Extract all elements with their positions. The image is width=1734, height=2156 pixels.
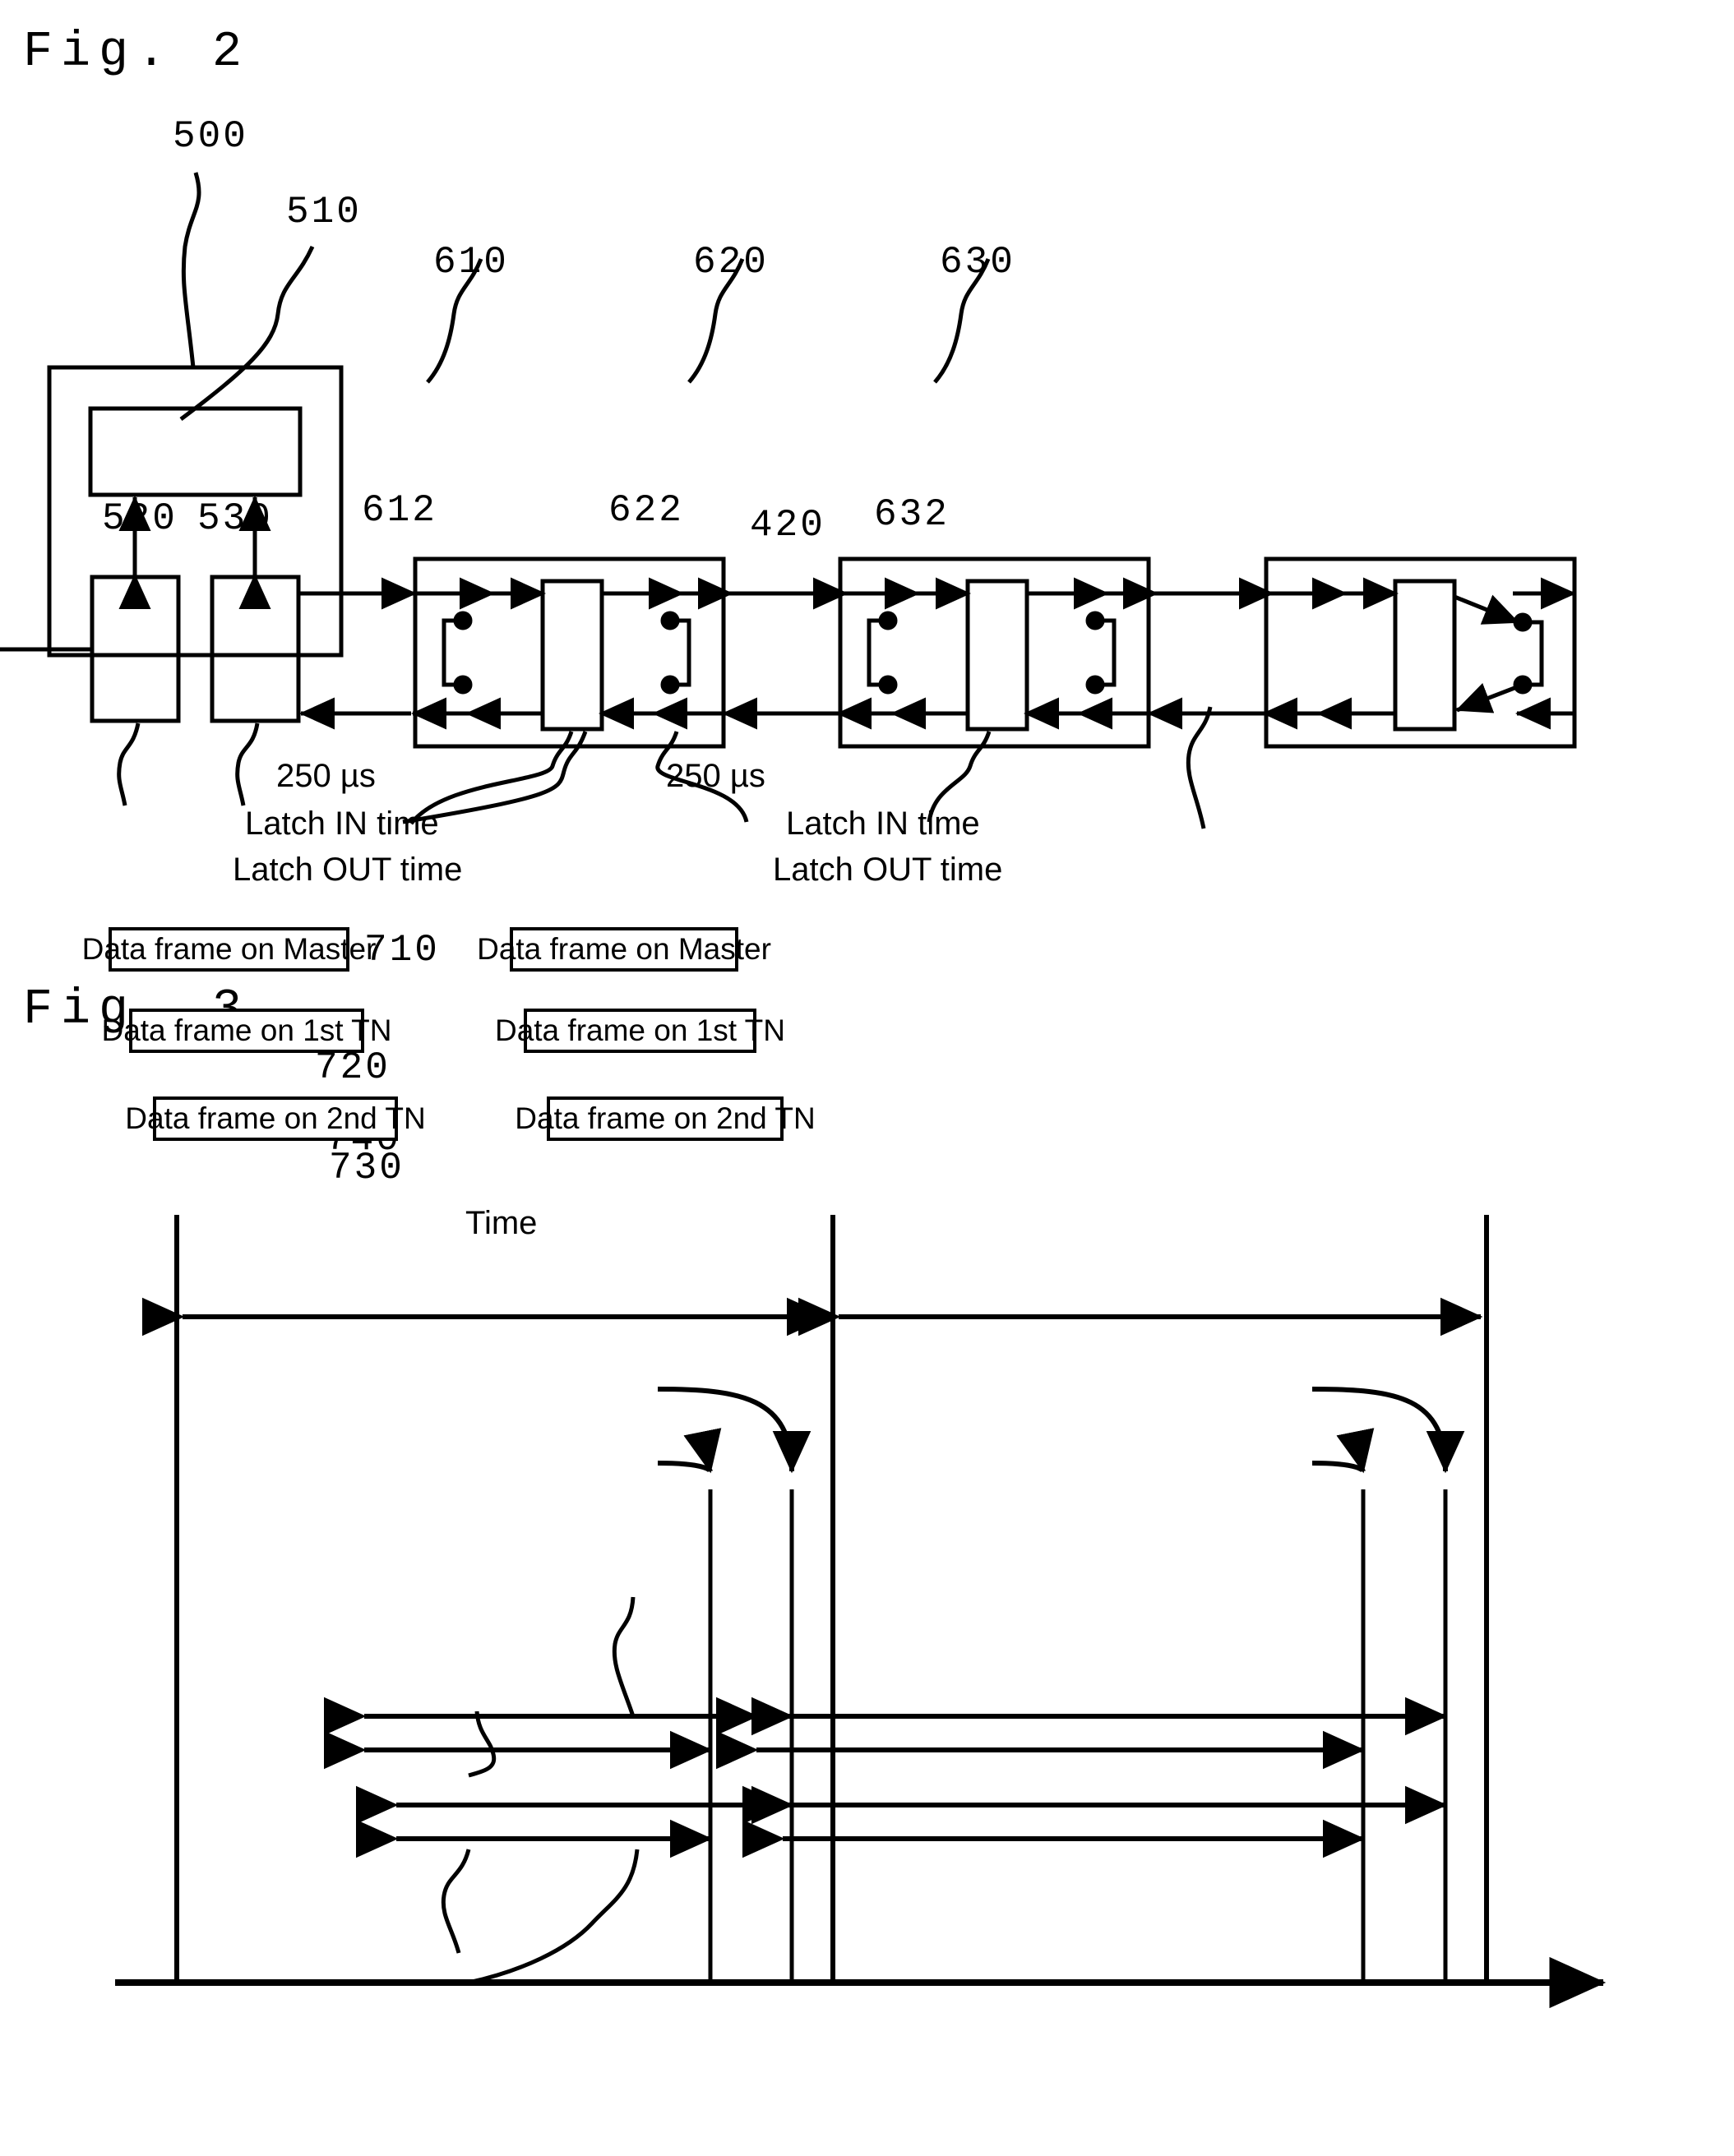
fig3-timing-frame: [174, 1215, 1489, 1981]
frame-box-tn2-p1: Data frame on 2nd TN: [125, 1096, 426, 1141]
ref-420: 420: [750, 504, 825, 547]
ref-620: 620: [693, 241, 769, 284]
transmission-node-3: [1146, 556, 1577, 749]
figure-2-title: Fig. 2: [23, 25, 251, 81]
annotation-latch-out-1: Latch OUT time: [233, 852, 463, 888]
frame-box-master-p2: Data frame on Master: [477, 927, 771, 972]
ref-630: 630: [940, 241, 1015, 284]
annotation-latch-in-2: Latch IN time: [786, 806, 980, 842]
ref-610: 610: [433, 241, 509, 284]
latch-leader-lines-p2: [1311, 1387, 1465, 1474]
period-2-duration: 250 µs: [666, 758, 765, 794]
latch-in-leader-1: [657, 1387, 812, 1474]
latch-out-leader-2: [1311, 1428, 1375, 1474]
ref-612: 612: [362, 489, 437, 532]
tn2-timing-arrows-p2: [742, 1785, 1448, 1858]
leader-710: [612, 1596, 636, 1717]
latch-in-leader-2: [1311, 1387, 1465, 1474]
ref-632: 632: [874, 493, 950, 536]
time-axis-label: Time: [465, 1205, 538, 1241]
ref-520: 520: [102, 497, 178, 540]
ref-510: 510: [286, 191, 362, 233]
annotation-latch-out-2: Latch OUT time: [773, 852, 1003, 888]
annotation-latch-in-1: Latch IN time: [245, 806, 439, 842]
frame-box-tn2-p2: Data frame on 2nd TN: [515, 1096, 816, 1141]
leader-720: [468, 1710, 497, 1778]
transmission-node-1: [410, 556, 734, 749]
transmission-node-2: [721, 556, 1159, 749]
frame-box-tn1-p2: Data frame on 1st TN: [495, 1009, 785, 1053]
frame-box-tn1-p1: Data frame on 1st TN: [101, 1009, 392, 1053]
tn2-timing-arrows-p1: [355, 1785, 794, 1858]
latch-out-leader-1: [657, 1428, 722, 1474]
tn1-timing-arrows-p2: [715, 1697, 1448, 1770]
period-1-duration: 250 µs: [276, 758, 376, 794]
fig2-master-device-block: [47, 365, 344, 723]
ref-500: 500: [173, 115, 248, 158]
frame-box-master-p1: Data frame on Master: [82, 927, 376, 972]
fig3-ref-leaders: [441, 1596, 640, 1985]
ref-622: 622: [608, 489, 684, 532]
leader-740: [441, 1849, 471, 1954]
master-node-link: [298, 577, 418, 730]
ref-530: 530: [197, 497, 273, 540]
leader-730: [468, 1849, 640, 1985]
latch-leader-lines-p1: [657, 1387, 812, 1474]
tn1-timing-arrows-p1: [323, 1697, 794, 1770]
